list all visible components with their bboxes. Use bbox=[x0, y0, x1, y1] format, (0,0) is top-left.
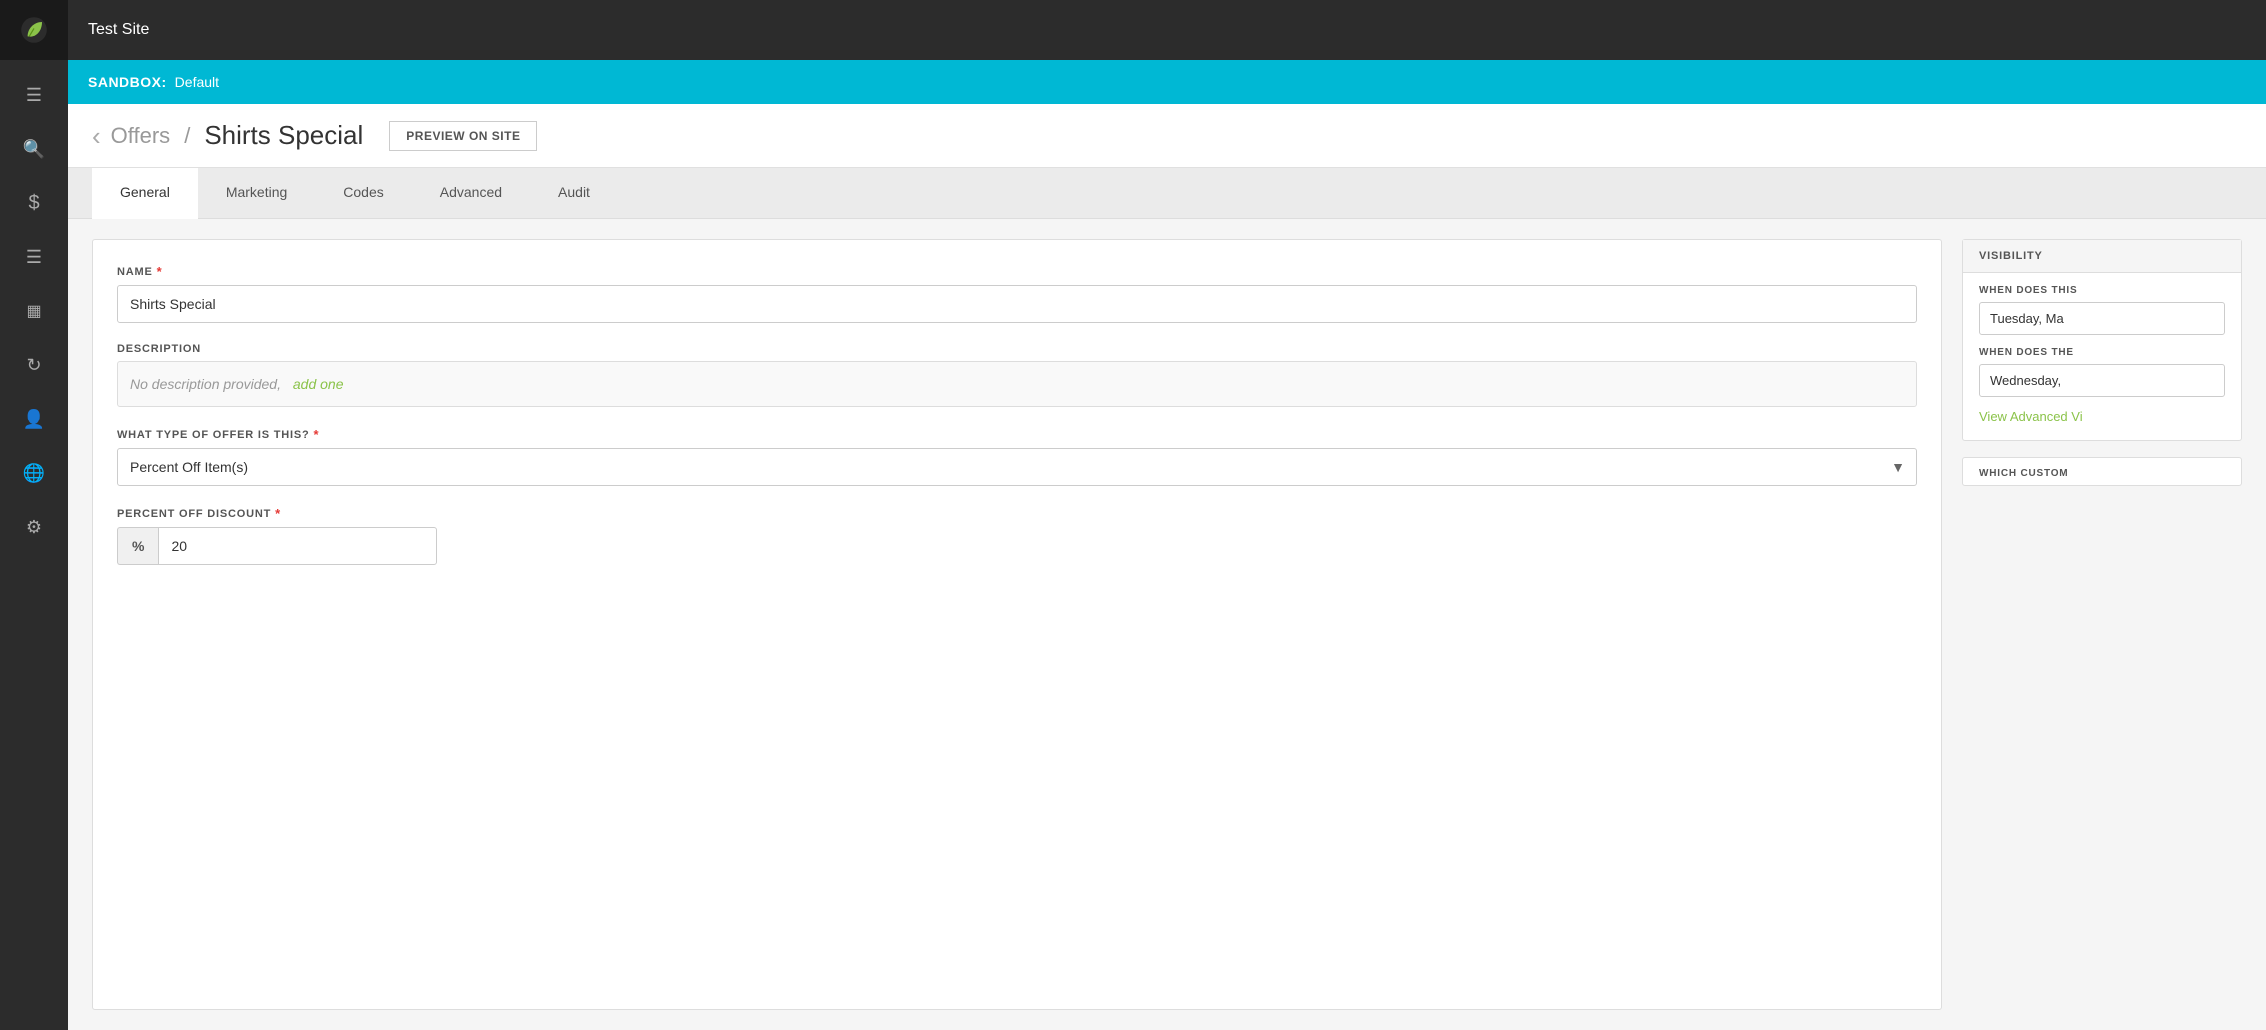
when-start-label: WHEN DOES THIS bbox=[1979, 285, 2225, 296]
preview-button[interactable]: PREVIEW ON SITE bbox=[389, 121, 537, 151]
documents-icon: ☰ bbox=[26, 85, 42, 106]
dollar-icon: $ bbox=[28, 192, 39, 215]
name-required: * bbox=[157, 264, 163, 279]
tab-general[interactable]: General bbox=[92, 168, 198, 219]
right-panel: VISIBILITY WHEN DOES THIS Tuesday, Ma WH… bbox=[1962, 239, 2242, 1010]
user-icon: 👤 bbox=[23, 409, 45, 430]
sandbox-label: SANDBOX: bbox=[88, 74, 167, 90]
offer-type-field-group: WHAT TYPE OF OFFER IS THIS? * Percent Of… bbox=[117, 427, 1917, 486]
offer-type-required: * bbox=[314, 427, 320, 442]
gear-icon: ⚙ bbox=[26, 517, 42, 538]
main-content-row: NAME * DESCRIPTION No description provid… bbox=[68, 219, 2266, 1030]
description-box[interactable]: No description provided, add one bbox=[117, 361, 1917, 407]
which-custom-section: WHICH CUSTOM bbox=[1962, 457, 2242, 486]
percent-input-group: % bbox=[117, 527, 437, 565]
when-end-value[interactable]: Wednesday, bbox=[1979, 364, 2225, 397]
which-custom-label: WHICH CUSTOM bbox=[1963, 458, 2241, 485]
sidebar-item-documents[interactable]: ☰ bbox=[0, 68, 68, 122]
when-start-value[interactable]: Tuesday, Ma bbox=[1979, 302, 2225, 335]
back-button[interactable]: ‹ bbox=[92, 123, 101, 149]
form-panel: NAME * DESCRIPTION No description provid… bbox=[92, 239, 1942, 1010]
breadcrumb-current: Shirts Special bbox=[204, 120, 363, 151]
name-field-group: NAME * bbox=[117, 264, 1917, 323]
description-label: DESCRIPTION bbox=[117, 343, 1917, 355]
sidebar-item-global[interactable]: 🌐 bbox=[0, 446, 68, 500]
when-end-label: WHEN DOES THE bbox=[1979, 347, 2225, 358]
name-label: NAME * bbox=[117, 264, 1917, 279]
main-area: Test Site SANDBOX: Default ‹ Offers / Sh… bbox=[68, 0, 2266, 1030]
visibility-body: WHEN DOES THIS Tuesday, Ma WHEN DOES THE… bbox=[1963, 273, 2241, 440]
sidebar-item-users[interactable]: 👤 bbox=[0, 392, 68, 446]
tab-advanced[interactable]: Advanced bbox=[412, 168, 530, 219]
description-placeholder: No description provided, bbox=[130, 376, 281, 392]
content-area: ‹ Offers / Shirts Special PREVIEW ON SIT… bbox=[68, 104, 2266, 1030]
visibility-header: VISIBILITY bbox=[1963, 240, 2241, 273]
logo-icon bbox=[18, 14, 50, 46]
topbar: Test Site bbox=[68, 0, 2266, 60]
search-icon: 🔍 bbox=[23, 139, 45, 160]
globe-icon: 🌐 bbox=[23, 463, 45, 484]
description-field-group: DESCRIPTION No description provided, add… bbox=[117, 343, 1917, 407]
add-description-link[interactable]: add one bbox=[293, 376, 344, 392]
tabs-bar: General Marketing Codes Advanced Audit bbox=[68, 168, 2266, 219]
tab-marketing[interactable]: Marketing bbox=[198, 168, 315, 219]
sidebar-nav: ☰ 🔍 $ ☰ ▦ ↻ 👤 🌐 ⚙ bbox=[0, 60, 68, 554]
offer-type-select[interactable]: Percent Off Item(s)Dollar Off Item(s)Buy… bbox=[117, 448, 1917, 486]
sidebar-item-reports[interactable]: ☰ bbox=[0, 230, 68, 284]
percent-prefix: % bbox=[117, 527, 158, 565]
breadcrumb-separator: / bbox=[184, 123, 190, 149]
sidebar-item-pricing[interactable]: $ bbox=[0, 176, 68, 230]
sidebar: ☰ 🔍 $ ☰ ▦ ↻ 👤 🌐 ⚙ bbox=[0, 0, 68, 1030]
sidebar-item-settings[interactable]: ⚙ bbox=[0, 500, 68, 554]
sidebar-item-media[interactable]: ▦ bbox=[0, 284, 68, 338]
offer-type-select-wrapper: Percent Off Item(s)Dollar Off Item(s)Buy… bbox=[117, 448, 1917, 486]
sidebar-item-sync[interactable]: ↻ bbox=[0, 338, 68, 392]
sandbox-bar: SANDBOX: Default bbox=[68, 60, 2266, 104]
image-icon: ▦ bbox=[26, 301, 41, 321]
percent-required: * bbox=[275, 506, 281, 521]
view-advanced-link[interactable]: View Advanced Vi bbox=[1979, 409, 2225, 424]
sidebar-logo bbox=[0, 0, 68, 60]
visibility-section: VISIBILITY WHEN DOES THIS Tuesday, Ma WH… bbox=[1962, 239, 2242, 441]
tab-audit[interactable]: Audit bbox=[530, 168, 618, 219]
offer-type-label: WHAT TYPE OF OFFER IS THIS? * bbox=[117, 427, 1917, 442]
page-header: ‹ Offers / Shirts Special PREVIEW ON SIT… bbox=[68, 104, 2266, 168]
reports-icon: ☰ bbox=[26, 247, 42, 268]
percent-label: PERCENT OFF DISCOUNT * bbox=[117, 506, 1917, 521]
percent-input[interactable] bbox=[158, 527, 437, 565]
name-input[interactable] bbox=[117, 285, 1917, 323]
refresh-icon: ↻ bbox=[26, 355, 41, 376]
sandbox-value: Default bbox=[175, 74, 219, 90]
tab-codes[interactable]: Codes bbox=[315, 168, 411, 219]
topbar-title: Test Site bbox=[88, 21, 149, 39]
breadcrumb-parent[interactable]: Offers bbox=[111, 123, 171, 149]
percent-field-group: PERCENT OFF DISCOUNT * % bbox=[117, 506, 1917, 565]
sidebar-item-search[interactable]: 🔍 bbox=[0, 122, 68, 176]
